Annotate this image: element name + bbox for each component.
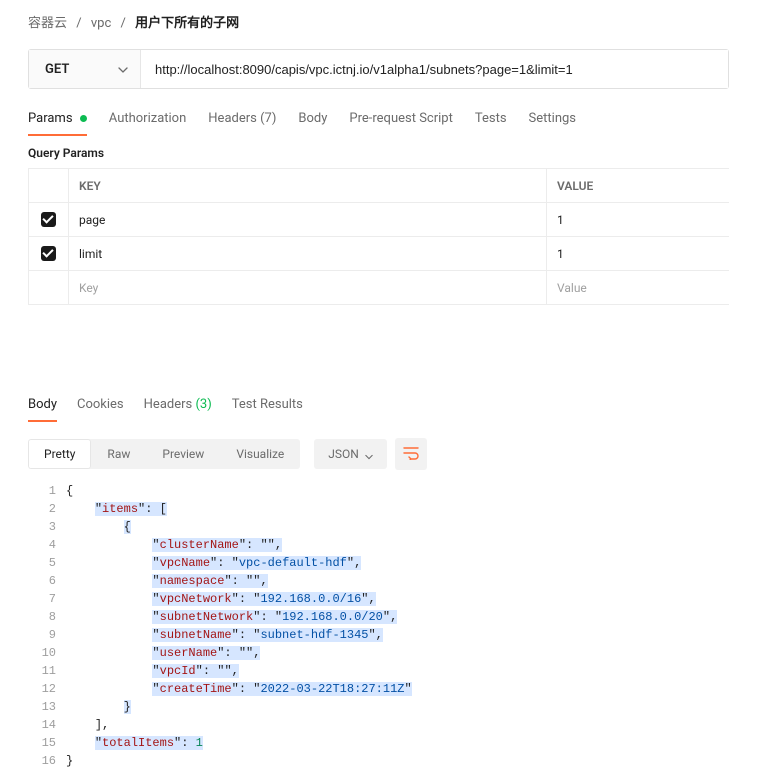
format-selector[interactable]: JSON	[314, 439, 387, 469]
tab-tests[interactable]: Tests	[475, 103, 507, 136]
key-header: KEY	[69, 169, 547, 202]
view-group: Pretty Raw Preview Visualize	[28, 439, 300, 469]
check-icon	[41, 246, 56, 261]
line-number: 10	[28, 644, 66, 662]
table-row: limit 1	[29, 237, 729, 271]
request-tabs: Params Authorization Headers (7) Body Pr…	[0, 103, 757, 136]
view-pretty[interactable]: Pretty	[28, 439, 91, 469]
line-number: 4	[28, 536, 66, 554]
table-row-empty: Key Value	[29, 271, 729, 305]
params-indicator-icon	[80, 115, 87, 122]
breadcrumb: 容器云 / vpc / 用户下所有的子网	[0, 0, 757, 41]
line-number: 2	[28, 500, 66, 518]
param-value-input[interactable]: 1	[547, 237, 729, 270]
table-row: page 1	[29, 203, 729, 237]
breadcrumb-item[interactable]: 容器云	[28, 16, 67, 31]
tab-authorization[interactable]: Authorization	[109, 103, 187, 136]
line-number: 13	[28, 698, 66, 716]
resp-tab-test-results[interactable]: Test Results	[232, 389, 303, 422]
breadcrumb-item[interactable]: vpc	[91, 16, 111, 31]
view-visualize[interactable]: Visualize	[220, 439, 300, 469]
line-number: 7	[28, 590, 66, 608]
param-key-input[interactable]: page	[69, 203, 547, 236]
breadcrumb-current: 用户下所有的子网	[135, 16, 239, 31]
line-number: 9	[28, 626, 66, 644]
line-number: 8	[28, 608, 66, 626]
format-group: JSON	[314, 438, 427, 470]
resp-tab-headers[interactable]: Headers (3)	[144, 389, 212, 422]
line-number: 5	[28, 554, 66, 572]
response-toolbar: Pretty Raw Preview Visualize JSON	[0, 432, 757, 476]
checkbox-header	[29, 169, 69, 202]
tab-settings[interactable]: Settings	[529, 103, 576, 136]
url-input[interactable]	[141, 50, 728, 88]
response-tabs: Body Cookies Headers (3) Test Results	[0, 389, 757, 422]
params-header-row: KEY VALUE	[29, 169, 729, 203]
line-number: 14	[28, 716, 66, 734]
line-number: 12	[28, 680, 66, 698]
method-selector[interactable]: GET	[29, 50, 141, 88]
breadcrumb-sep: /	[121, 16, 126, 31]
response-body[interactable]: 1{ 2 "items": [ 3 { 4 "clusterName": "",…	[28, 482, 729, 770]
line-number: 1	[28, 482, 66, 500]
param-value-input[interactable]: Value	[547, 271, 729, 304]
check-icon	[41, 212, 56, 227]
method-label: GET	[45, 62, 69, 77]
row-checkbox-empty	[29, 271, 69, 304]
line-number: 6	[28, 572, 66, 590]
row-checkbox[interactable]	[29, 237, 69, 270]
chevron-down-icon	[365, 450, 373, 458]
chevron-down-icon	[118, 64, 128, 74]
param-key-input[interactable]: Key	[69, 271, 547, 304]
tab-params[interactable]: Params	[28, 103, 87, 136]
line-number: 15	[28, 734, 66, 752]
param-value-input[interactable]: 1	[547, 203, 729, 236]
line-number: 16	[28, 752, 66, 770]
row-checkbox[interactable]	[29, 203, 69, 236]
view-raw[interactable]: Raw	[91, 439, 146, 469]
line-number: 11	[28, 662, 66, 680]
line-number: 3	[28, 518, 66, 536]
params-table: KEY VALUE page 1 limit 1 Key Value	[28, 168, 729, 305]
param-key-input[interactable]: limit	[69, 237, 547, 270]
tab-pre-request[interactable]: Pre-request Script	[349, 103, 452, 136]
wrap-lines-button[interactable]	[395, 438, 427, 470]
value-header: VALUE	[547, 169, 729, 202]
request-url-bar: GET	[28, 49, 729, 89]
wrap-icon	[403, 446, 419, 463]
tab-headers[interactable]: Headers (7)	[208, 103, 276, 136]
tab-body[interactable]: Body	[298, 103, 327, 136]
resp-tab-body[interactable]: Body	[28, 389, 57, 422]
breadcrumb-sep: /	[76, 16, 81, 31]
resp-tab-cookies[interactable]: Cookies	[77, 389, 124, 422]
query-params-label: Query Params	[0, 136, 757, 168]
view-preview[interactable]: Preview	[146, 439, 220, 469]
